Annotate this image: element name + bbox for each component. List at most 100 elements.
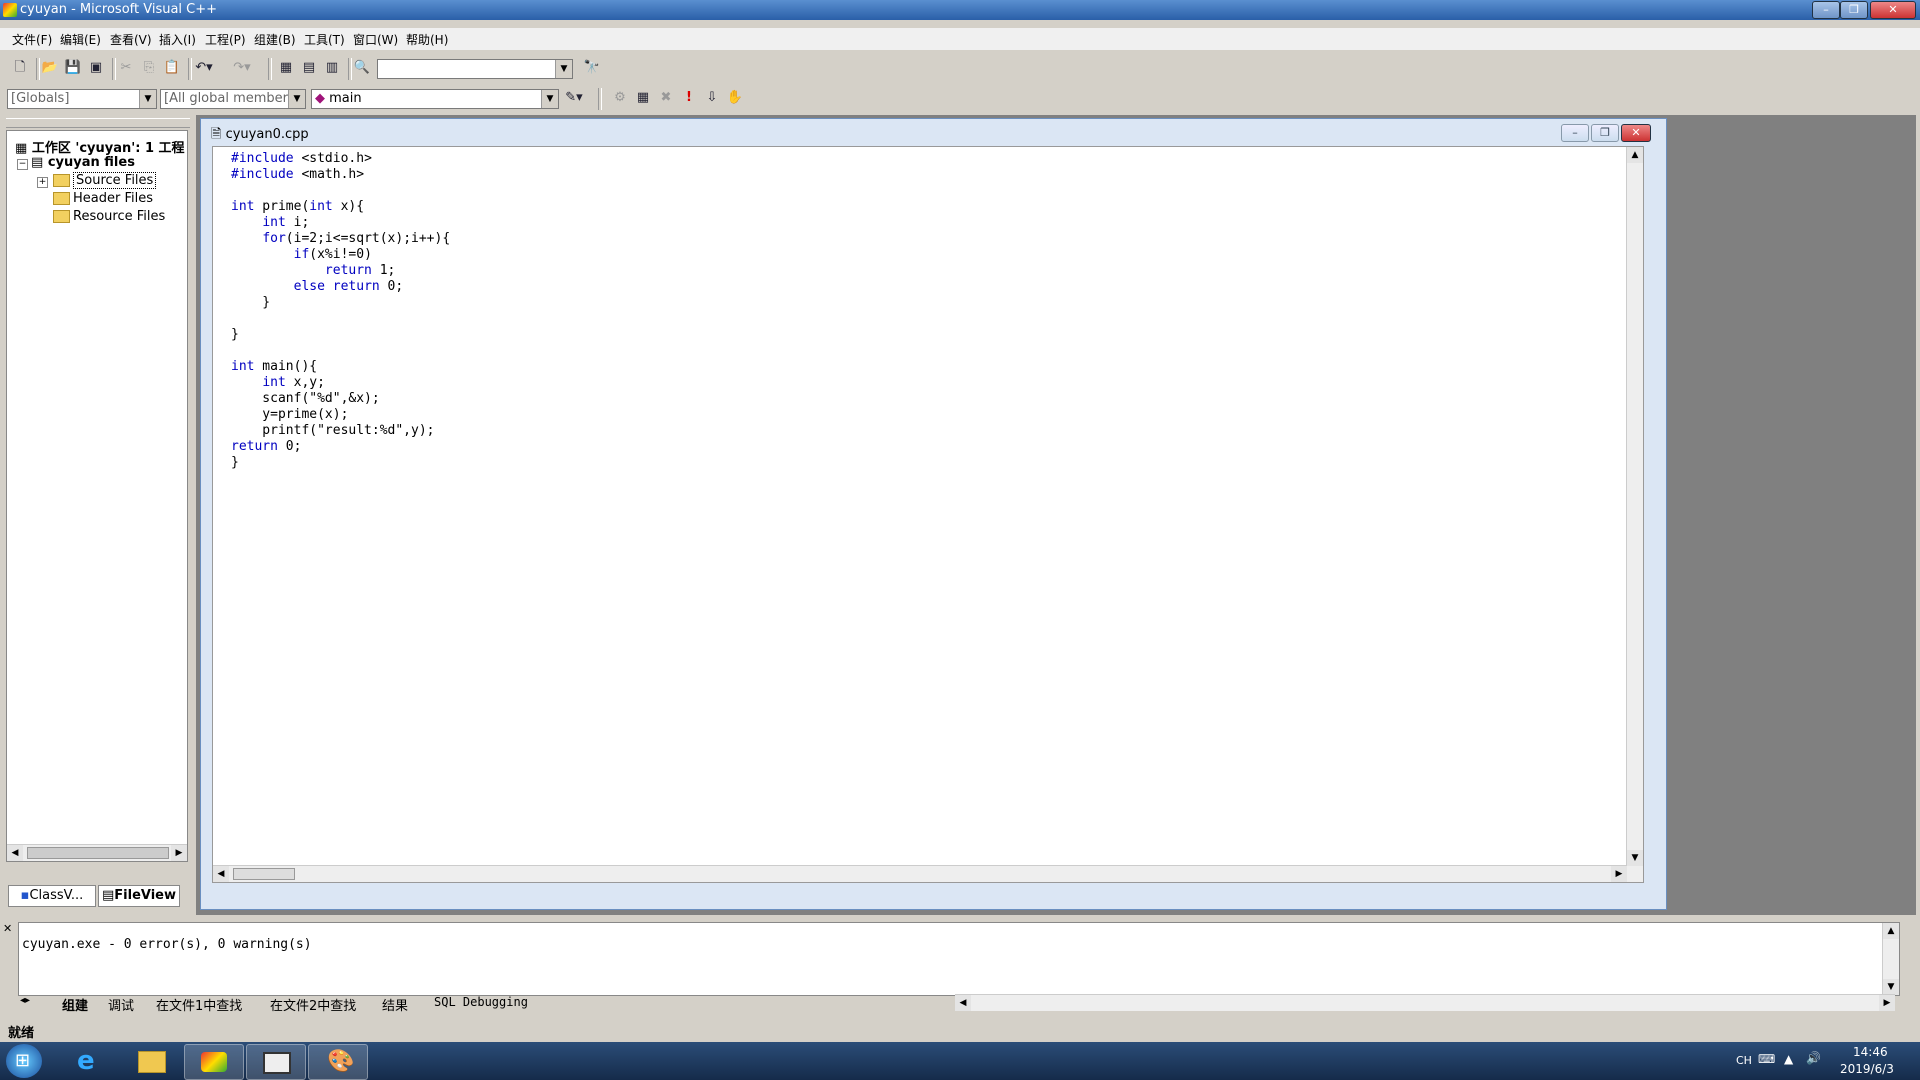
tab-find-in-files-1[interactable]: 在文件1中查找 (156, 995, 242, 1014)
project-node[interactable]: ▤ cyuyan files (31, 155, 135, 170)
build-icon[interactable]: ▦ (633, 88, 653, 108)
editor-vscrollbar[interactable]: ▲ ▼ (1626, 147, 1643, 882)
code-line[interactable]: scanf("%d",&x); (231, 391, 379, 406)
code-editor[interactable]: #include <stdio.h> #include <math.h> int p… (212, 146, 1644, 883)
tree-item-resource-files[interactable]: Resource Files (53, 209, 165, 224)
collapse-icon[interactable]: − (17, 159, 28, 170)
tab-scroll-icon[interactable]: ◂▸ (20, 995, 30, 1006)
scroll-right-icon[interactable]: ▶ (1611, 866, 1627, 882)
code-line[interactable]: int x,y; (231, 375, 325, 390)
output-window-icon[interactable]: ▤ (299, 58, 319, 78)
undo-icon[interactable]: ↶▾ (194, 58, 214, 78)
window-list-icon[interactable]: ▥ (322, 58, 342, 78)
wizard-action-icon[interactable]: ✎▾ (564, 88, 584, 108)
paste-icon[interactable]: 📋 (162, 58, 182, 78)
close-button[interactable]: ✕ (1870, 1, 1916, 19)
menu-file[interactable]: 文件(F) (12, 31, 52, 48)
clock-date[interactable]: 2019/6/3 (1840, 1062, 1894, 1076)
chevron-down-icon[interactable]: ▼ (139, 90, 156, 108)
scroll-down-icon[interactable]: ▼ (1883, 979, 1899, 995)
chevron-down-icon[interactable]: ▼ (288, 90, 305, 108)
tab-classview[interactable]: ▪ClassV... (8, 885, 96, 907)
save-icon[interactable]: 💾 (63, 58, 83, 78)
scroll-thumb[interactable] (233, 868, 295, 880)
editor-minimize-button[interactable]: – (1561, 124, 1589, 142)
code-line[interactable]: int i; (231, 215, 309, 230)
scroll-right-icon[interactable]: ▶ (171, 845, 187, 861)
keyboard-icon[interactable]: ⌨ (1758, 1052, 1775, 1066)
tab-find-in-files-2[interactable]: 在文件2中查找 (270, 995, 356, 1014)
workspace-hscrollbar[interactable]: ◀ ▶ (7, 844, 187, 861)
find-in-files-icon[interactable]: 🔍 (352, 58, 372, 78)
menu-insert[interactable]: 插入(I) (159, 31, 196, 48)
find-combo[interactable]: ▼ (377, 59, 573, 79)
scroll-thumb[interactable] (27, 847, 169, 859)
taskbar-ie[interactable]: e (60, 1044, 118, 1078)
scroll-up-icon[interactable]: ▲ (1627, 147, 1643, 163)
code-line[interactable]: for(i=2;i<=sqrt(x);i++){ (231, 231, 450, 246)
code-line[interactable]: return 0; (231, 439, 301, 454)
output-vscrollbar[interactable]: ▲ ▼ (1882, 923, 1899, 995)
menu-help[interactable]: 帮助(H) (406, 31, 448, 48)
go-icon[interactable]: ⇩ (702, 88, 722, 108)
code-line[interactable]: #include <math.h> (231, 167, 364, 182)
maximize-button[interactable]: ❐ (1840, 1, 1868, 19)
tab-sql-debugging[interactable]: SQL Debugging (434, 995, 528, 1009)
code-line[interactable]: printf("result:%d",y); (231, 423, 434, 438)
language-indicator[interactable]: CH (1736, 1054, 1752, 1067)
scroll-left-icon[interactable]: ◀ (955, 995, 971, 1011)
clock-time[interactable]: 14:46 (1853, 1045, 1888, 1059)
tab-fileview[interactable]: ▤FileView (98, 885, 180, 907)
chevron-down-icon[interactable]: ▼ (555, 60, 572, 78)
code-line[interactable]: if(x%i!=0) (231, 247, 372, 262)
volume-icon[interactable]: 🔊 (1806, 1051, 1821, 1065)
code-line[interactable]: #include <stdio.h> (231, 151, 372, 166)
menu-view[interactable]: 查看(V) (110, 31, 152, 48)
code-line[interactable]: int prime(int x){ (231, 199, 364, 214)
editor-hscrollbar[interactable]: ◀ ▶ (213, 865, 1627, 882)
menu-edit[interactable]: 编辑(E) (60, 31, 101, 48)
find-icon[interactable]: 🔭 (582, 58, 602, 78)
scope-combo[interactable]: [Globals] ▼ (7, 89, 157, 109)
output-hscrollbar[interactable]: ◀ ▶ (955, 994, 1895, 1011)
code-line[interactable]: else return 0; (231, 279, 404, 294)
new-file-icon[interactable]: 🗋 (10, 58, 30, 78)
minimize-button[interactable]: – (1812, 1, 1840, 19)
chevron-down-icon[interactable]: ▼ (541, 90, 558, 108)
tree-item-source-files[interactable]: Source Files (53, 172, 157, 189)
scroll-left-icon[interactable]: ◀ (7, 845, 23, 861)
menu-tools[interactable]: 工具(T) (304, 31, 345, 48)
filter-combo[interactable]: [All global members ▼ (160, 89, 306, 109)
show-hidden-icons-icon[interactable]: ▲ (1784, 1052, 1793, 1066)
editor-close-button[interactable]: ✕ (1621, 124, 1651, 142)
taskbar-visual-cpp[interactable] (184, 1044, 244, 1080)
menu-project[interactable]: 工程(P) (205, 31, 246, 48)
code-line[interactable]: int main(){ (231, 359, 317, 374)
tab-results[interactable]: 结果 (382, 995, 408, 1014)
menu-build[interactable]: 组建(B) (254, 31, 296, 48)
cut-icon[interactable]: ✂ (116, 58, 136, 78)
menu-window[interactable]: 窗口(W) (353, 31, 398, 48)
save-all-icon[interactable]: ▣ (86, 58, 106, 78)
code-line[interactable]: } (231, 327, 239, 342)
tab-build[interactable]: 组建 (62, 995, 88, 1014)
compile-icon[interactable]: ⚙ (610, 88, 630, 108)
code-line[interactable]: } (231, 295, 270, 310)
taskbar-paint[interactable]: 🎨 (308, 1044, 368, 1080)
breakpoint-icon[interactable]: ✋ (725, 88, 745, 108)
workspace-icon[interactable]: ▦ (276, 58, 296, 78)
close-output-icon[interactable]: ✕ (3, 922, 12, 935)
scroll-up-icon[interactable]: ▲ (1883, 923, 1899, 939)
scroll-left-icon[interactable]: ◀ (213, 866, 229, 882)
code-line[interactable]: return 1; (231, 263, 395, 278)
tree-item-header-files[interactable]: Header Files (53, 191, 153, 206)
scroll-right-icon[interactable]: ▶ (1879, 995, 1895, 1011)
execute-icon[interactable]: ! (679, 88, 699, 108)
taskbar-explorer[interactable] (122, 1044, 180, 1078)
stop-build-icon[interactable]: ✖ (656, 88, 676, 108)
workspace-grip[interactable] (6, 118, 190, 128)
taskbar-window[interactable] (246, 1044, 306, 1080)
tab-debug[interactable]: 调试 (108, 995, 134, 1014)
editor-restore-button[interactable]: ❐ (1591, 124, 1619, 142)
code-line[interactable]: } (231, 455, 239, 470)
